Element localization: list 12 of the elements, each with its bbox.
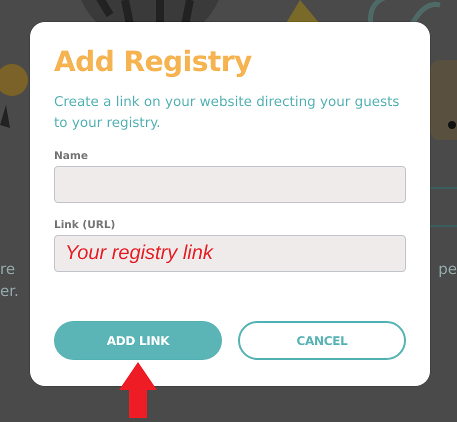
field-label: Link (URL) [54, 219, 116, 231]
background-text: pe [438, 259, 457, 280]
background-text: er. [0, 281, 19, 302]
arrow-icon [119, 362, 157, 418]
input-field[interactable]: Your registry link [54, 235, 406, 272]
dialog-title: Add Registry [54, 44, 253, 80]
field-label: Name [54, 150, 89, 162]
dialog-description: Create a link on your website directing your guests to your registry. [54, 93, 400, 133]
input-field[interactable] [54, 166, 406, 203]
add-link-button[interactable]: ADD LINK [54, 321, 222, 360]
cancel-button[interactable]: CANCEL [238, 321, 406, 360]
background-text: re [0, 259, 16, 280]
